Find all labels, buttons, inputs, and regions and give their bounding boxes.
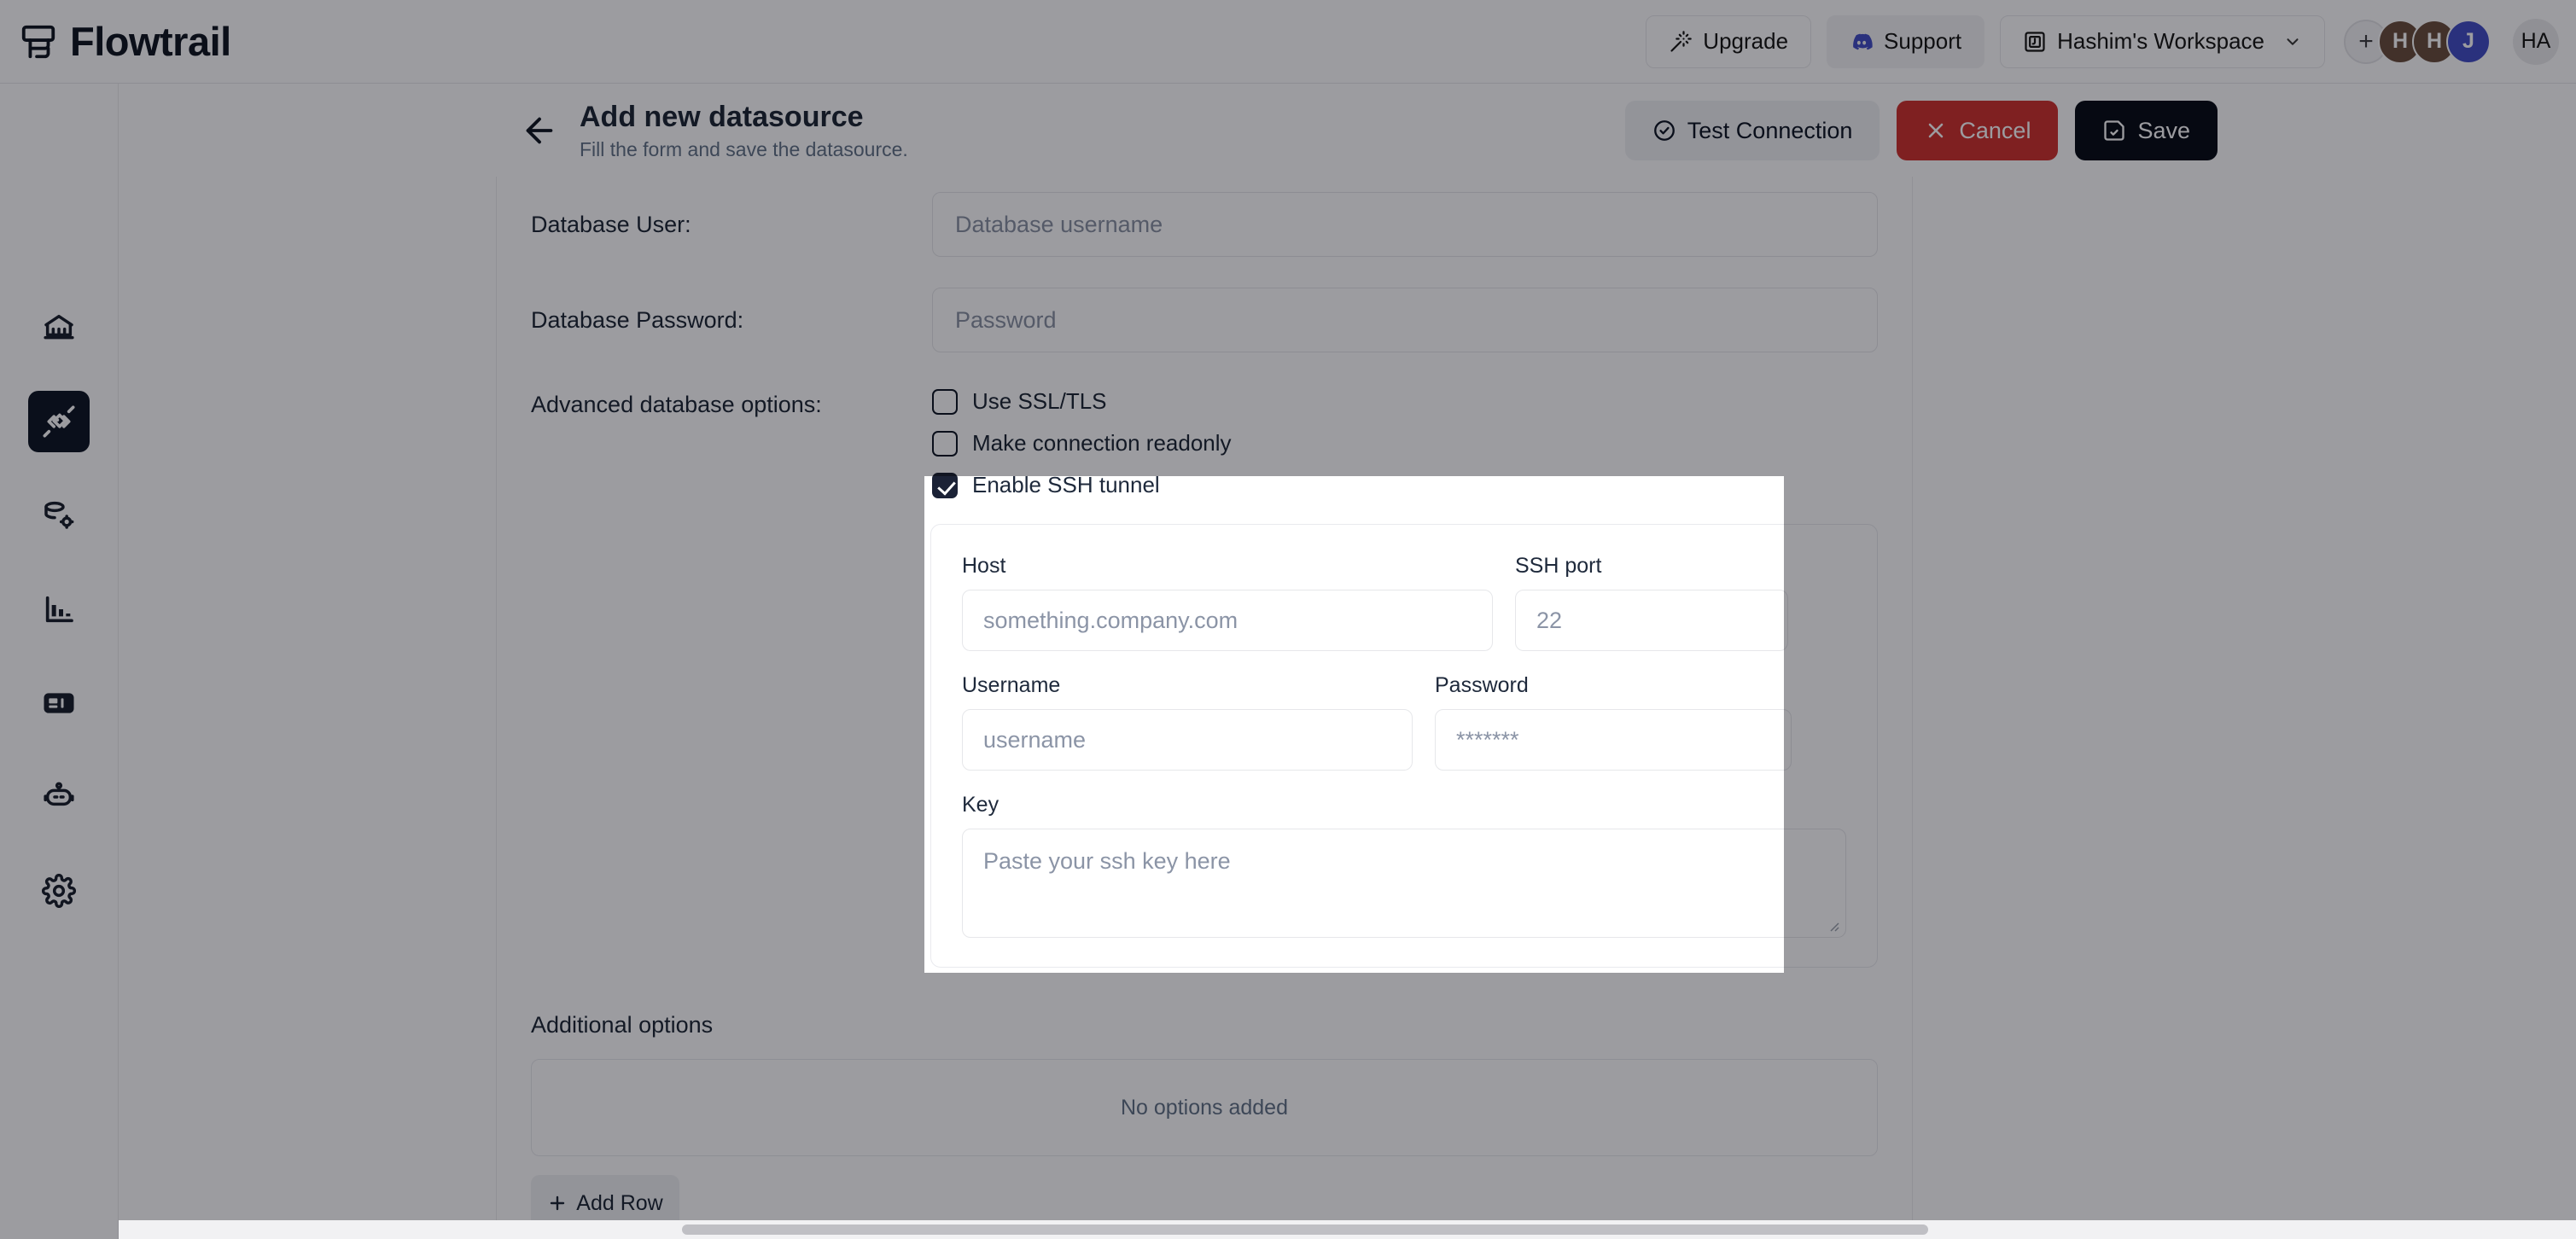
brand-name: Flowtrail [70,19,231,64]
checkbox-box-ssh-tunnel[interactable] [932,472,958,498]
horizontal-scrollbar-thumb[interactable] [682,1224,1928,1235]
ssh-username-label: Username [962,673,1061,697]
additional-options-title: Additional options [531,1012,714,1038]
ssh-password-label: Password [1435,673,1529,697]
close-x-icon [1929,123,1944,138]
content-area: Database User: Database username Databas… [119,177,2576,1239]
sidebar-item-datasources[interactable] [28,391,90,452]
advanced-options-row: Advanced database options: Use SSL/TLS M… [497,388,1912,498]
database-password-label: Database Password: [531,306,744,333]
ssh-username-field: Username username [962,673,1413,771]
database-user-input[interactable]: Database username [932,192,1878,257]
ssh-key-placeholder: Paste your ssh key here [983,848,1231,874]
page-title: Add new datasource [580,101,864,134]
sidebar-item-dashboards[interactable] [28,672,90,734]
advanced-options-list: Use SSL/TLS Make connection readonly Ena… [932,388,1232,498]
sidebar-item-database-settings[interactable] [28,485,90,546]
sidebar-item-charts[interactable] [28,579,90,640]
plug-connection-icon [43,405,75,438]
save-label: Save [2137,117,2190,143]
ssh-host-input[interactable]: something.company.com [962,590,1493,651]
plus-icon [551,1195,565,1211]
horizontal-scrollbar[interactable] [119,1220,2576,1239]
resize-grip-icon[interactable] [1826,918,1839,932]
arrow-left-icon[interactable] [520,111,559,150]
sidebar-item-home[interactable] [28,297,90,358]
ssh-username-input[interactable]: username [962,709,1413,771]
ssh-host-port-row: Host something.company.com SSH port 22 [962,554,1846,651]
member-avatars: + H H J [2344,19,2491,64]
ssh-host-field: Host something.company.com [962,554,1493,651]
page-subtitle: Fill the form and save the datasource. [580,137,908,160]
discord-icon [1853,33,1873,49]
upgrade-button[interactable]: Upgrade [1646,15,1812,68]
chevron-down-icon [2287,38,2299,45]
database-user-row: Database User: Database username [497,192,1912,257]
ssh-host-label: Host [962,554,1006,578]
checkbox-ssh-tunnel[interactable]: Enable SSH tunnel [932,472,1232,498]
checkbox-label-ssh-tunnel: Enable SSH tunnel [972,472,1160,497]
additional-options-empty: No options added [531,1059,1878,1156]
checkbox-readonly[interactable]: Make connection readonly [932,430,1232,457]
top-bar-actions: Upgrade Support Hashim's Workspace + H H… [1646,15,2559,68]
bar-chart-icon [45,596,73,623]
database-user-label: Database User: [531,211,691,237]
checkbox-box-readonly[interactable] [932,430,958,457]
cancel-label: Cancel [1959,117,2031,143]
app-root: Flowtrail Upgrade Support Hashim's Works… [0,0,2576,1239]
page-header: Add new datasource Fill the form and sav… [119,84,2576,177]
advanced-options-label: Advanced database options: [531,392,822,417]
ssh-password-input[interactable]: ******* [1435,709,1792,771]
workspace-label: Hashim's Workspace [2057,28,2264,54]
ssh-port-label: SSH port [1515,554,1602,578]
sidebar-item-ai-assistant[interactable] [28,766,90,828]
sidebar-item-settings[interactable] [28,860,90,922]
ssh-password-field: Password ******* [1435,673,1792,771]
checkbox-label-readonly: Make connection readonly [972,430,1232,456]
top-bar: Flowtrail Upgrade Support Hashim's Works… [0,0,2576,84]
check-circle-icon [1653,120,1675,141]
page-header-text: Add new datasource Fill the form and sav… [580,100,908,160]
ssh-port-field: SSH port 22 [1515,554,1788,651]
workspace-switcher[interactable]: Hashim's Workspace [2000,15,2325,68]
save-disk-icon [2104,120,2125,141]
support-button[interactable]: Support [1827,15,1985,68]
ssh-port-input[interactable]: 22 [1515,590,1788,651]
ssh-key-field: Key Paste your ssh key here [962,793,1846,938]
page-header-actions: Test Connection Cancel Save [1624,101,2218,160]
save-button[interactable]: Save [2075,101,2218,160]
home-bank-icon [44,314,74,340]
test-connection-label: Test Connection [1687,117,1853,143]
ssh-tunnel-panel: Host something.company.com SSH port 22 U… [930,524,1878,968]
dashboard-card-icon [44,693,74,713]
sidebar [0,84,119,1239]
database-settings-icon [44,501,74,529]
checkbox-box-ssl[interactable] [932,388,958,415]
ssh-key-label: Key [962,793,1000,817]
upgrade-label: Upgrade [1703,28,1789,54]
robot-icon [44,782,74,806]
brand[interactable]: Flowtrail [19,21,231,61]
datasource-form-card: Database User: Database username Databas… [496,177,1913,1239]
avatar-j[interactable]: J [2446,19,2491,64]
magic-wand-icon [1670,30,1693,52]
test-connection-button[interactable]: Test Connection [1624,101,1880,160]
cancel-button[interactable]: Cancel [1897,101,2059,160]
add-row-label: Add Row [576,1190,663,1215]
ssh-credentials-row: Username username Password ******* [962,673,1846,771]
ssh-key-textarea[interactable]: Paste your ssh key here [962,829,1846,938]
gear-icon [42,874,76,908]
database-password-row: Database Password: Password [497,288,1912,352]
support-label: Support [1884,28,1962,54]
flowtrail-logo-icon [21,25,55,58]
checkbox-use-ssl[interactable]: Use SSL/TLS [932,388,1232,415]
database-password-input[interactable]: Password [932,288,1878,352]
workspace-square-icon [2025,31,2045,52]
checkbox-label-ssl: Use SSL/TLS [972,388,1107,414]
account-avatar[interactable]: HA [2513,18,2559,65]
